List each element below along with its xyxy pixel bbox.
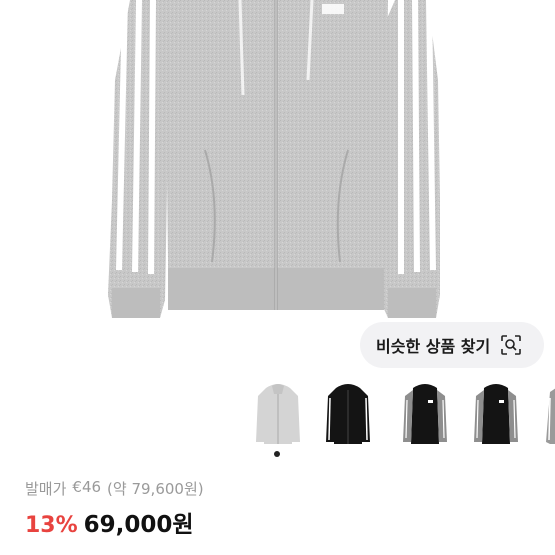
find-similar-button[interactable]: 비슷한 상품 찾기 <box>360 322 544 368</box>
find-similar-label: 비슷한 상품 찾기 <box>376 337 491 356</box>
thumbnail-black-gray-sleeve[interactable] <box>395 380 455 450</box>
visual-search-icon <box>500 334 522 356</box>
sale-price-row: 13% 69,000원 <box>25 505 194 539</box>
sale-price: 69,000원 <box>83 512 194 538</box>
thumbnail-black-gray-sleeve-alt[interactable] <box>466 380 526 450</box>
original-price-krw: (약 79,600원) <box>107 480 204 498</box>
thumbnail-strip <box>0 380 555 460</box>
thumbnail-gray-hoodie-partial[interactable] <box>538 380 555 450</box>
original-price-value: €46 <box>72 478 102 496</box>
discount-rate: 13% <box>25 513 78 538</box>
hoodie-image <box>108 0 440 318</box>
carousel-indicator-dot <box>274 451 280 457</box>
product-main-image[interactable] <box>0 0 555 372</box>
original-price-row: 발매가 €46 (약 79,600원) <box>25 478 204 499</box>
thumbnail-gray-hoodie[interactable] <box>248 380 308 450</box>
thumbnail-black-hoodie[interactable] <box>318 380 378 450</box>
original-price-label: 발매가 <box>25 480 67 498</box>
